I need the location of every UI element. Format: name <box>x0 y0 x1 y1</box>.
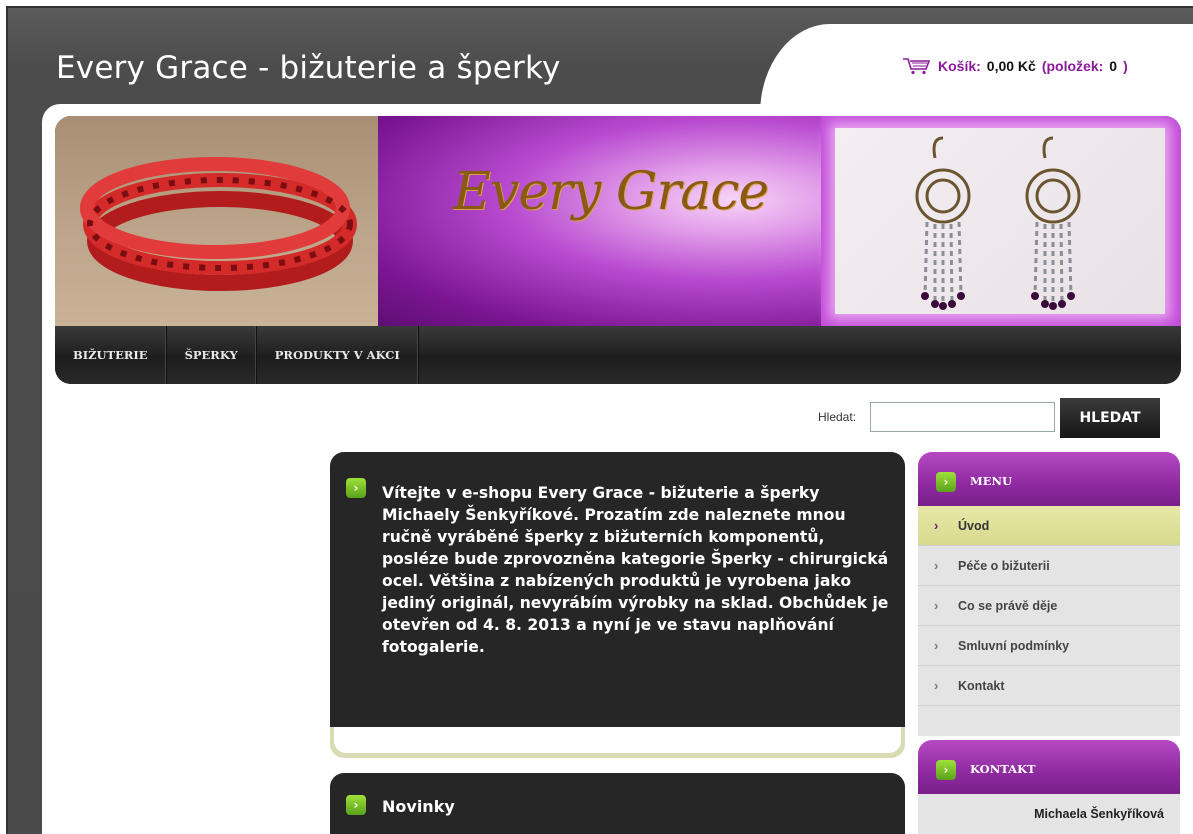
welcome-panel-footer <box>334 727 901 753</box>
chevron-right-icon: › <box>934 558 939 573</box>
arrow-right-icon: › <box>936 472 956 492</box>
news-panel: › Novinky <box>330 773 905 834</box>
sidebar-menu: › Úvod › Péče o bižuterii › Co se právě … <box>918 506 1180 736</box>
cart-amount: 0,00 Kč <box>986 58 1036 74</box>
chevron-right-icon: › <box>934 518 939 533</box>
chevron-right-icon: › <box>934 638 939 653</box>
search-label: Hledat: <box>818 410 857 424</box>
nav-item-sperky[interactable]: ŠPERKY <box>167 326 257 384</box>
sidebar-menu-header: › MENU <box>918 452 1180 506</box>
banner-bracelet-photo <box>55 116 378 326</box>
search-input[interactable] <box>870 402 1055 432</box>
sidebar-contact-header: › KONTAKT <box>918 740 1180 794</box>
earrings-image <box>835 128 1165 314</box>
sidebar-item-label: Smluvní podmínky <box>958 638 1070 653</box>
sidebar-item-label: Péče o bižuterii <box>958 558 1050 573</box>
sidebar-menu-title: MENU <box>970 474 1013 488</box>
sidebar-item-label: Co se právě děje <box>958 598 1058 613</box>
cart-summary[interactable]: Košík: 0,00 Kč (položek: 0) <box>902 57 1128 75</box>
bracelet-image <box>80 157 357 291</box>
cart-icon <box>903 58 931 75</box>
nav-item-bizuterie[interactable]: BIŽUTERIE <box>55 326 167 384</box>
welcome-text: Vítejte v e-shopu Every Grace - bižuteri… <box>382 484 889 656</box>
sidebar-item-uvod[interactable]: › Úvod <box>918 506 1180 546</box>
main-nav: BIŽUTERIE ŠPERKY PRODUKTY V AKCI <box>55 326 1181 384</box>
sidebar-item-kontakt[interactable]: › Kontakt <box>918 666 1180 706</box>
chevron-right-icon: › <box>934 678 939 693</box>
news-title: Novinky <box>382 797 455 816</box>
sidebar-item-label: Kontakt <box>958 678 1005 693</box>
header-banner: Every Grace BIŽUTERIE ŠPERKY PRODUKTY V … <box>55 116 1181 384</box>
site-title[interactable]: Every Grace - bižuterie a šperky <box>56 50 561 86</box>
banner-logo-text: Every Grace <box>453 162 769 222</box>
sidebar-contact-title: KONTAKT <box>970 762 1036 776</box>
search-button[interactable]: HLEDAT <box>1060 398 1160 438</box>
arrow-right-icon: › <box>346 478 366 498</box>
banner-earrings-photo <box>821 116 1181 326</box>
arrow-right-icon: › <box>936 760 956 780</box>
nav-item-produkty-v-akci[interactable]: PRODUKTY V AKCI <box>257 326 419 384</box>
sidebar-item-label: Úvod <box>958 518 990 533</box>
cart-items-count: 0 <box>1109 58 1118 74</box>
sidebar-item-smluvni-podminky[interactable]: › Smluvní podmínky <box>918 626 1180 666</box>
sidebar-item-pece-o-bizuterii[interactable]: › Péče o bižuterii <box>918 546 1180 586</box>
welcome-panel: › Vítejte v e-shopu Every Grace - bižute… <box>330 452 905 758</box>
cart-label: Košík: <box>938 58 981 74</box>
cart-items-open: (položek: <box>1041 58 1104 74</box>
sidebar-item-co-se-prave-deje[interactable]: › Co se právě děje <box>918 586 1180 626</box>
chevron-right-icon: › <box>934 598 939 613</box>
cart-items-close: ) <box>1123 58 1128 74</box>
contact-name: Michaela Šenkyříková <box>918 794 1180 834</box>
arrow-right-icon: › <box>346 795 366 815</box>
